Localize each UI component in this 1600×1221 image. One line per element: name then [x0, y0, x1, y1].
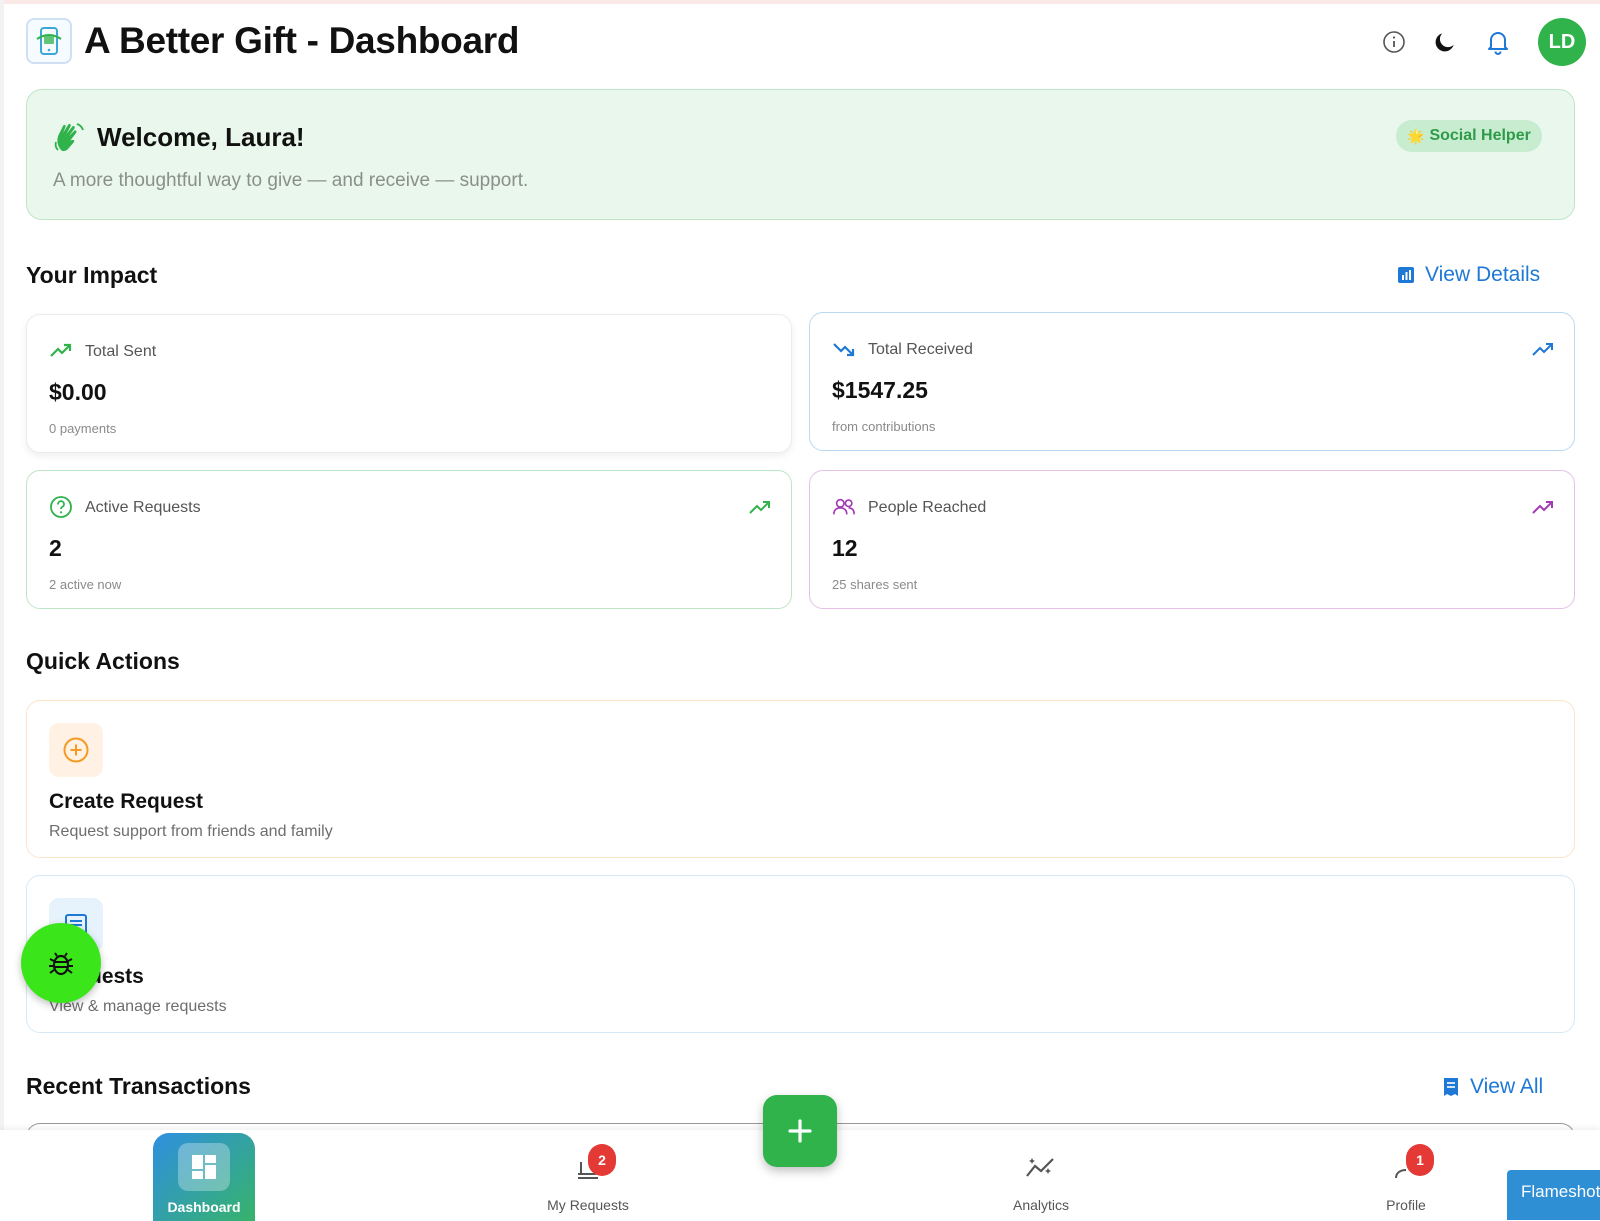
flameshot-overlay-button[interactable]: Flameshot — [1507, 1170, 1600, 1220]
quick-action-title: Create Request — [49, 790, 204, 813]
people-icon — [833, 498, 855, 515]
stat-label: Total Received — [868, 341, 973, 358]
left-border — [0, 0, 4, 1221]
stat-card-total-sent[interactable]: Total Sent $0.00 0 payments — [26, 314, 792, 453]
stat-value: 12 — [832, 535, 858, 561]
stat-value: $1547.25 — [832, 377, 928, 403]
view-details-button[interactable]: View Details — [1397, 263, 1540, 287]
nav-label: Analytics — [1012, 1197, 1070, 1213]
question-circle-icon — [50, 496, 72, 518]
stat-value: $0.00 — [49, 379, 107, 405]
top-border — [0, 0, 1600, 4]
my-requests-card[interactable]: uests View & manage requests — [26, 875, 1575, 1033]
create-request-iconbox — [49, 723, 103, 777]
analytics-icon — [1026, 1158, 1054, 1177]
nav-dashboard[interactable]: Dashboard — [153, 1133, 255, 1221]
stat-card-active-requests[interactable]: Active Requests 2 2 active now — [26, 470, 792, 609]
waving-hand-icon — [54, 123, 84, 152]
stat-label: Total Sent — [85, 343, 157, 360]
debug-button[interactable] — [21, 923, 101, 1003]
star-icon: 🌟 — [1407, 127, 1425, 144]
stat-value: 2 — [49, 535, 62, 561]
dashboard-icon — [192, 1155, 216, 1179]
trend-indicator-icon — [749, 501, 770, 514]
stat-label: People Reached — [868, 499, 987, 516]
stat-subtext: from contributions — [832, 419, 936, 434]
social-helper-badge: 🌟 Social Helper — [1396, 120, 1542, 152]
badge-label: Social Helper — [1429, 127, 1531, 144]
quick-actions-title: Quick Actions — [26, 648, 180, 674]
trend-indicator-icon — [1532, 501, 1553, 514]
plus-circle-icon — [63, 737, 89, 763]
trend-indicator-icon — [1532, 343, 1553, 356]
bug-icon — [49, 952, 73, 976]
add-fab-button[interactable] — [763, 1095, 837, 1167]
app-logo[interactable] — [26, 18, 72, 64]
receipt-icon — [1444, 1078, 1458, 1096]
page-title: A Better Gift - Dashboard — [84, 20, 520, 61]
nav-label: My Requests — [547, 1197, 629, 1213]
plus-icon — [788, 1119, 812, 1143]
stat-label: Active Requests — [85, 499, 201, 516]
stat-subtext: 0 payments — [49, 421, 117, 436]
stat-subtext: 2 active now — [49, 577, 122, 592]
app-header: A Better Gift - Dashboard LD — [26, 18, 1586, 66]
welcome-banner: Welcome, Laura! A more thoughtful way to… — [26, 89, 1575, 220]
trending-down-icon — [833, 343, 855, 357]
dark-mode-toggle[interactable] — [1431, 28, 1459, 56]
notifications-button[interactable] — [1484, 28, 1512, 56]
create-request-card[interactable]: Create Request Request support from frie… — [26, 700, 1575, 858]
view-all-button[interactable]: View All — [1442, 1075, 1543, 1099]
trending-up-icon — [50, 343, 72, 357]
moon-icon — [1435, 33, 1454, 52]
nav-profile[interactable]: 1 Profile — [1356, 1130, 1456, 1221]
quick-action-subtitle: Request support from friends and family — [49, 823, 333, 840]
stat-subtext: 25 shares sent — [832, 577, 918, 592]
recent-transactions-title: Recent Transactions — [26, 1073, 251, 1099]
nav-analytics[interactable]: Analytics — [991, 1130, 1091, 1221]
stat-card-people-reached[interactable]: People Reached 12 25 shares sent — [809, 470, 1575, 609]
nav-badge: 1 — [1406, 1144, 1434, 1176]
view-details-label: View Details — [1425, 263, 1541, 286]
info-icon — [1383, 31, 1405, 53]
info-button[interactable] — [1380, 28, 1408, 56]
view-all-label: View All — [1470, 1075, 1544, 1098]
nav-my-requests[interactable]: 2 My Requests — [538, 1130, 638, 1221]
quick-action-subtitle: View & manage requests — [49, 998, 227, 1015]
chart-icon — [1398, 267, 1414, 283]
user-avatar[interactable]: LD — [1538, 18, 1586, 66]
nav-badge: 2 — [588, 1144, 616, 1176]
phone-gift-icon — [36, 27, 62, 55]
nav-label: Profile — [1386, 1197, 1426, 1213]
impact-section-title: Your Impact — [26, 262, 158, 288]
welcome-title: Welcome, Laura! — [97, 122, 305, 152]
bell-icon — [1488, 32, 1508, 55]
dashboard-iconbox — [178, 1143, 230, 1191]
welcome-subtitle: A more thoughtful way to give — and rece… — [53, 170, 529, 191]
stat-card-total-received[interactable]: Total Received $1547.25 from contributio… — [809, 312, 1575, 451]
nav-label: Dashboard — [167, 1199, 241, 1215]
